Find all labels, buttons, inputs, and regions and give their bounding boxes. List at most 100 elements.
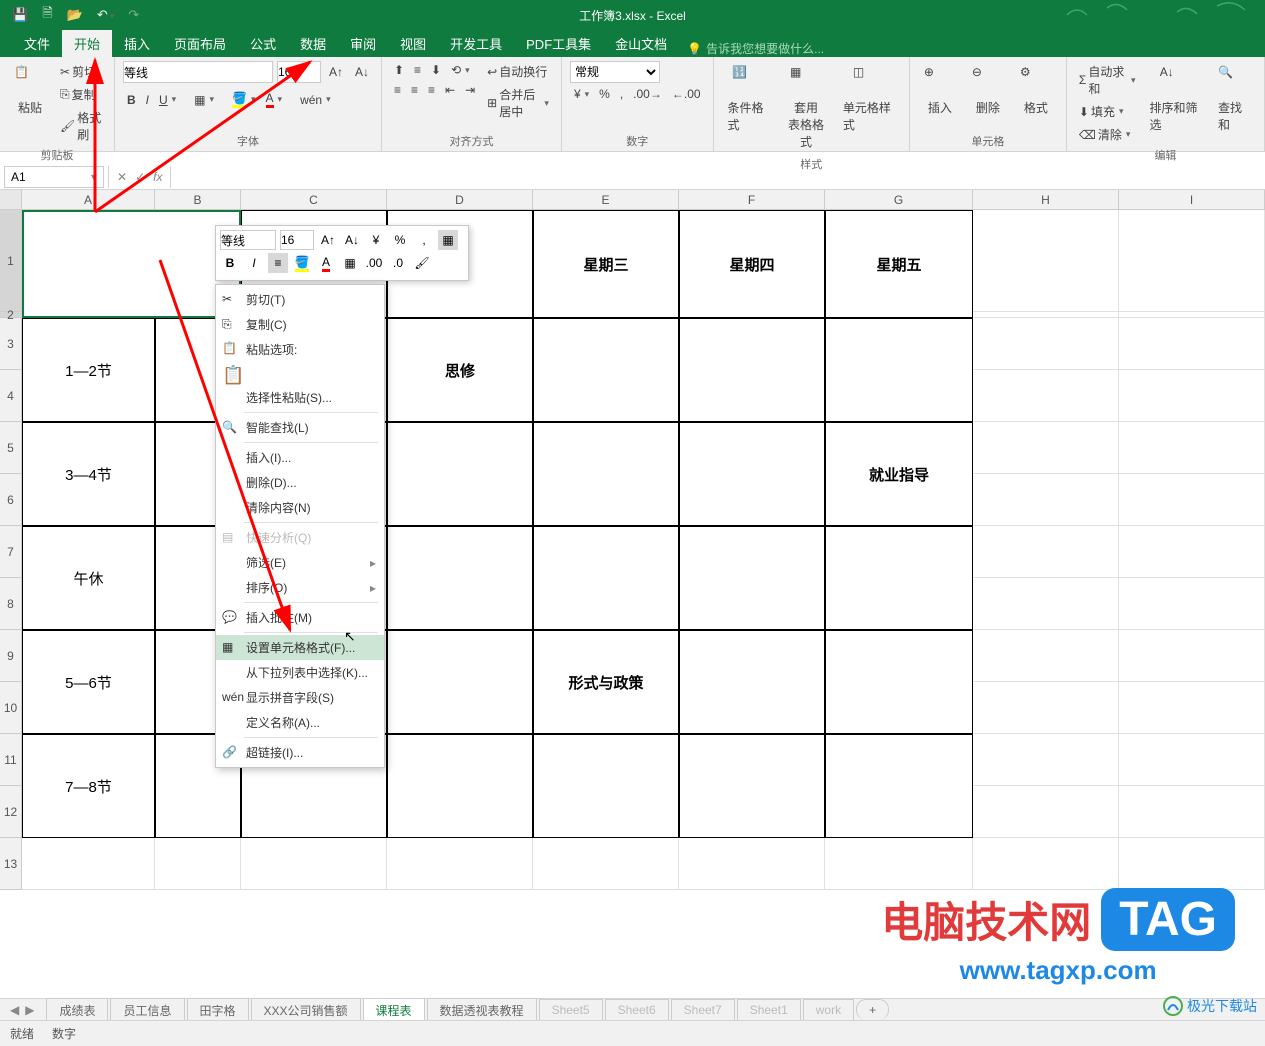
- name-box[interactable]: A1▾: [4, 166, 104, 188]
- cell[interactable]: [241, 838, 387, 890]
- sheet-tab-active[interactable]: 课程表: [363, 998, 425, 1022]
- ctx-smart-lookup[interactable]: 🔍智能查找(L): [216, 415, 384, 440]
- col-header-B[interactable]: B: [155, 190, 241, 209]
- redo-icon[interactable]: ↷: [128, 7, 139, 23]
- mini-size-combo[interactable]: [280, 230, 314, 250]
- ctx-dropdown-pick[interactable]: 从下拉列表中选择(K)...: [216, 660, 384, 685]
- ctx-clear[interactable]: 清除内容(N): [216, 495, 384, 520]
- ctx-define-name[interactable]: 定义名称(A)...: [216, 710, 384, 735]
- cell[interactable]: [973, 210, 1119, 312]
- nav-prev-icon[interactable]: ◀: [10, 1003, 19, 1017]
- mini-font-combo[interactable]: [220, 230, 276, 250]
- autosum-button[interactable]: Σ自动求和: [1075, 61, 1140, 99]
- ctx-cut[interactable]: ✂剪切(T): [216, 287, 384, 312]
- ctx-sort[interactable]: 排序(O)▸: [216, 575, 384, 600]
- ctx-format-cells[interactable]: ▦设置单元格格式(F)...: [216, 635, 384, 660]
- mini-border[interactable]: ▦: [340, 253, 360, 273]
- tab-file[interactable]: 文件: [12, 30, 62, 57]
- cell[interactable]: 星期三: [533, 210, 679, 318]
- cell[interactable]: [533, 422, 679, 526]
- align-center-button[interactable]: ≡: [407, 81, 422, 99]
- align-left-button[interactable]: ≡: [390, 81, 405, 99]
- cell[interactable]: [533, 734, 679, 838]
- cell[interactable]: [1119, 578, 1265, 630]
- font-color-button[interactable]: A: [262, 89, 287, 110]
- sort-filter-button[interactable]: A↓排序和筛选: [1144, 61, 1208, 137]
- cell[interactable]: [1119, 370, 1265, 422]
- indent-increase-button[interactable]: ⇥: [461, 81, 479, 99]
- delete-cells-button[interactable]: ⊖删除: [966, 61, 1010, 120]
- mini-painter[interactable]: 🖌: [412, 253, 432, 273]
- col-header-A[interactable]: A: [22, 190, 155, 209]
- select-all-corner[interactable]: [0, 190, 22, 209]
- tab-formulas[interactable]: 公式: [238, 30, 288, 57]
- cell[interactable]: [1119, 210, 1265, 312]
- tab-insert[interactable]: 插入: [112, 30, 162, 57]
- row-header-10[interactable]: 10: [0, 682, 22, 734]
- cell[interactable]: [973, 474, 1119, 526]
- cell[interactable]: [1119, 526, 1265, 578]
- cell[interactable]: [679, 630, 825, 734]
- sheet-tab[interactable]: 成绩表: [46, 998, 108, 1022]
- mini-inc-decimal[interactable]: .00: [364, 253, 384, 273]
- cell[interactable]: [973, 526, 1119, 578]
- cell[interactable]: 1—2节: [22, 318, 155, 422]
- cell[interactable]: [1119, 318, 1265, 370]
- sheet-tab[interactable]: work: [803, 999, 854, 1020]
- ctx-filter[interactable]: 筛选(E)▸: [216, 550, 384, 575]
- mini-dec-decimal[interactable]: .0: [388, 253, 408, 273]
- cell[interactable]: [22, 210, 241, 318]
- row-header-11[interactable]: 11: [0, 734, 22, 786]
- cell[interactable]: [679, 318, 825, 422]
- cell-styles-button[interactable]: ◫单元格样式: [837, 61, 901, 137]
- cell[interactable]: [387, 422, 533, 526]
- cell[interactable]: [1119, 630, 1265, 682]
- ctx-copy[interactable]: ⎘复制(C): [216, 312, 384, 337]
- cell[interactable]: [973, 682, 1119, 734]
- cell[interactable]: 3—4节: [22, 422, 155, 526]
- table-format-button[interactable]: ▦套用 表格格式: [779, 61, 833, 154]
- tab-home[interactable]: 开始: [62, 30, 112, 57]
- row-header-3[interactable]: 3: [0, 318, 22, 370]
- clear-button[interactable]: ⌫清除: [1075, 124, 1140, 145]
- ctx-paste-default[interactable]: 📋: [216, 360, 384, 385]
- col-header-H[interactable]: H: [973, 190, 1119, 209]
- cell[interactable]: [1119, 474, 1265, 526]
- bold-button[interactable]: B: [123, 91, 140, 109]
- italic-button[interactable]: I: [142, 91, 153, 109]
- cell[interactable]: [1119, 422, 1265, 474]
- row-header-5[interactable]: 5: [0, 422, 22, 474]
- format-cells-button[interactable]: ⚙格式: [1014, 61, 1058, 120]
- border-button[interactable]: ▦: [190, 91, 218, 109]
- cell[interactable]: [679, 734, 825, 838]
- cell[interactable]: [387, 838, 533, 890]
- cell[interactable]: [973, 734, 1119, 786]
- merge-center-button[interactable]: ⊞合并后居中: [483, 84, 553, 122]
- sheet-tab[interactable]: XXX公司销售额: [251, 998, 361, 1022]
- col-header-F[interactable]: F: [679, 190, 825, 209]
- cell[interactable]: 形式与政策: [533, 630, 679, 734]
- sheet-tab[interactable]: Sheet6: [605, 999, 669, 1020]
- ctx-hyperlink[interactable]: 🔗超链接(I)...: [216, 740, 384, 765]
- sheet-tab[interactable]: 员工信息: [110, 998, 184, 1022]
- row-header-8[interactable]: 8: [0, 578, 22, 630]
- cell[interactable]: [825, 630, 973, 734]
- cell[interactable]: 就业指导: [825, 422, 973, 526]
- increase-decimal-button[interactable]: .00→: [629, 85, 666, 103]
- fill-color-button[interactable]: 🪣: [228, 89, 259, 110]
- ctx-insert[interactable]: 插入(I)...: [216, 445, 384, 470]
- sheet-tab[interactable]: Sheet1: [737, 999, 801, 1020]
- cell[interactable]: [973, 422, 1119, 474]
- tab-developer[interactable]: 开发工具: [438, 30, 514, 57]
- cell[interactable]: [1119, 734, 1265, 786]
- copy-button[interactable]: ⎘复制: [56, 84, 106, 105]
- mini-align[interactable]: ≡: [268, 253, 288, 273]
- ctx-insert-comment[interactable]: 💬插入批注(M): [216, 605, 384, 630]
- mini-increase-font[interactable]: A↑: [318, 230, 338, 250]
- col-header-G[interactable]: G: [825, 190, 973, 209]
- fx-icon[interactable]: fx: [153, 170, 162, 184]
- sheet-tab[interactable]: Sheet7: [671, 999, 735, 1020]
- cell[interactable]: [679, 526, 825, 630]
- font-name-combo[interactable]: [123, 61, 273, 83]
- mini-bold[interactable]: B: [220, 253, 240, 273]
